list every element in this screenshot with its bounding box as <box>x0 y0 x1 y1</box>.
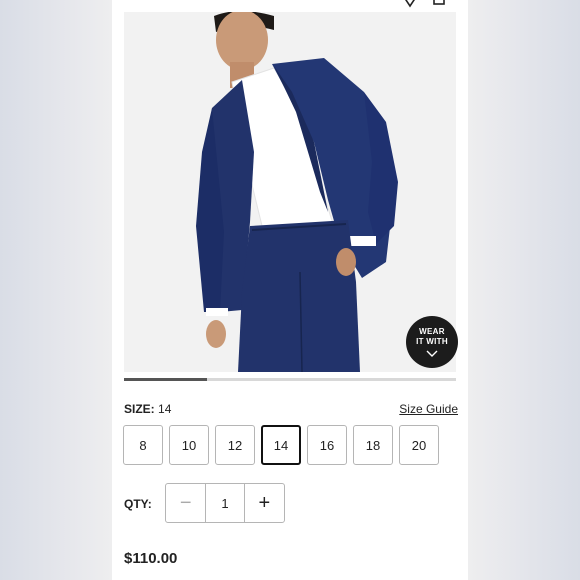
quantity-label: QTY: <box>124 497 152 511</box>
chevron-down-icon <box>426 350 438 357</box>
background-right <box>468 0 580 580</box>
size-option-12[interactable]: 12 <box>215 425 255 465</box>
size-option-16[interactable]: 16 <box>307 425 347 465</box>
header-icons <box>392 0 452 8</box>
size-label-text: SIZE: <box>124 402 155 416</box>
size-option-20[interactable]: 20 <box>399 425 439 465</box>
wear-it-with-button[interactable]: WEAR IT WITH <box>406 316 458 368</box>
increase-quantity-button[interactable]: + <box>245 484 284 522</box>
carousel-progress-fill <box>124 378 207 381</box>
heart-icon[interactable] <box>400 0 420 8</box>
wear-label-line2: IT WITH <box>416 337 448 346</box>
carousel-progress <box>124 378 456 381</box>
product-image[interactable] <box>124 12 456 372</box>
background-left <box>0 0 112 580</box>
product-price: $110.00 <box>124 550 178 567</box>
decrease-quantity-button[interactable]: − <box>166 484 205 522</box>
selected-size-value: 14 <box>158 402 172 416</box>
size-option-10[interactable]: 10 <box>169 425 209 465</box>
product-panel: WEAR IT WITH SIZE: 14 Size Guide 8 10 12 14… <box>112 0 468 580</box>
quantity-stepper: − 1 + <box>165 483 285 523</box>
wear-it-with-label: WEAR IT WITH <box>406 327 458 347</box>
size-option-8[interactable]: 8 <box>123 425 163 465</box>
size-label: SIZE: 14 <box>124 402 171 416</box>
suit-photo <box>124 12 456 372</box>
size-option-14[interactable]: 14 <box>261 425 301 465</box>
size-options: 8 10 12 14 16 18 20 <box>123 425 439 465</box>
size-guide-link[interactable]: Size Guide <box>399 402 458 416</box>
shopping-bag-icon[interactable] <box>432 0 446 8</box>
size-option-18[interactable]: 18 <box>353 425 393 465</box>
quantity-value[interactable]: 1 <box>205 484 245 522</box>
wear-label-line1: WEAR <box>419 327 445 336</box>
